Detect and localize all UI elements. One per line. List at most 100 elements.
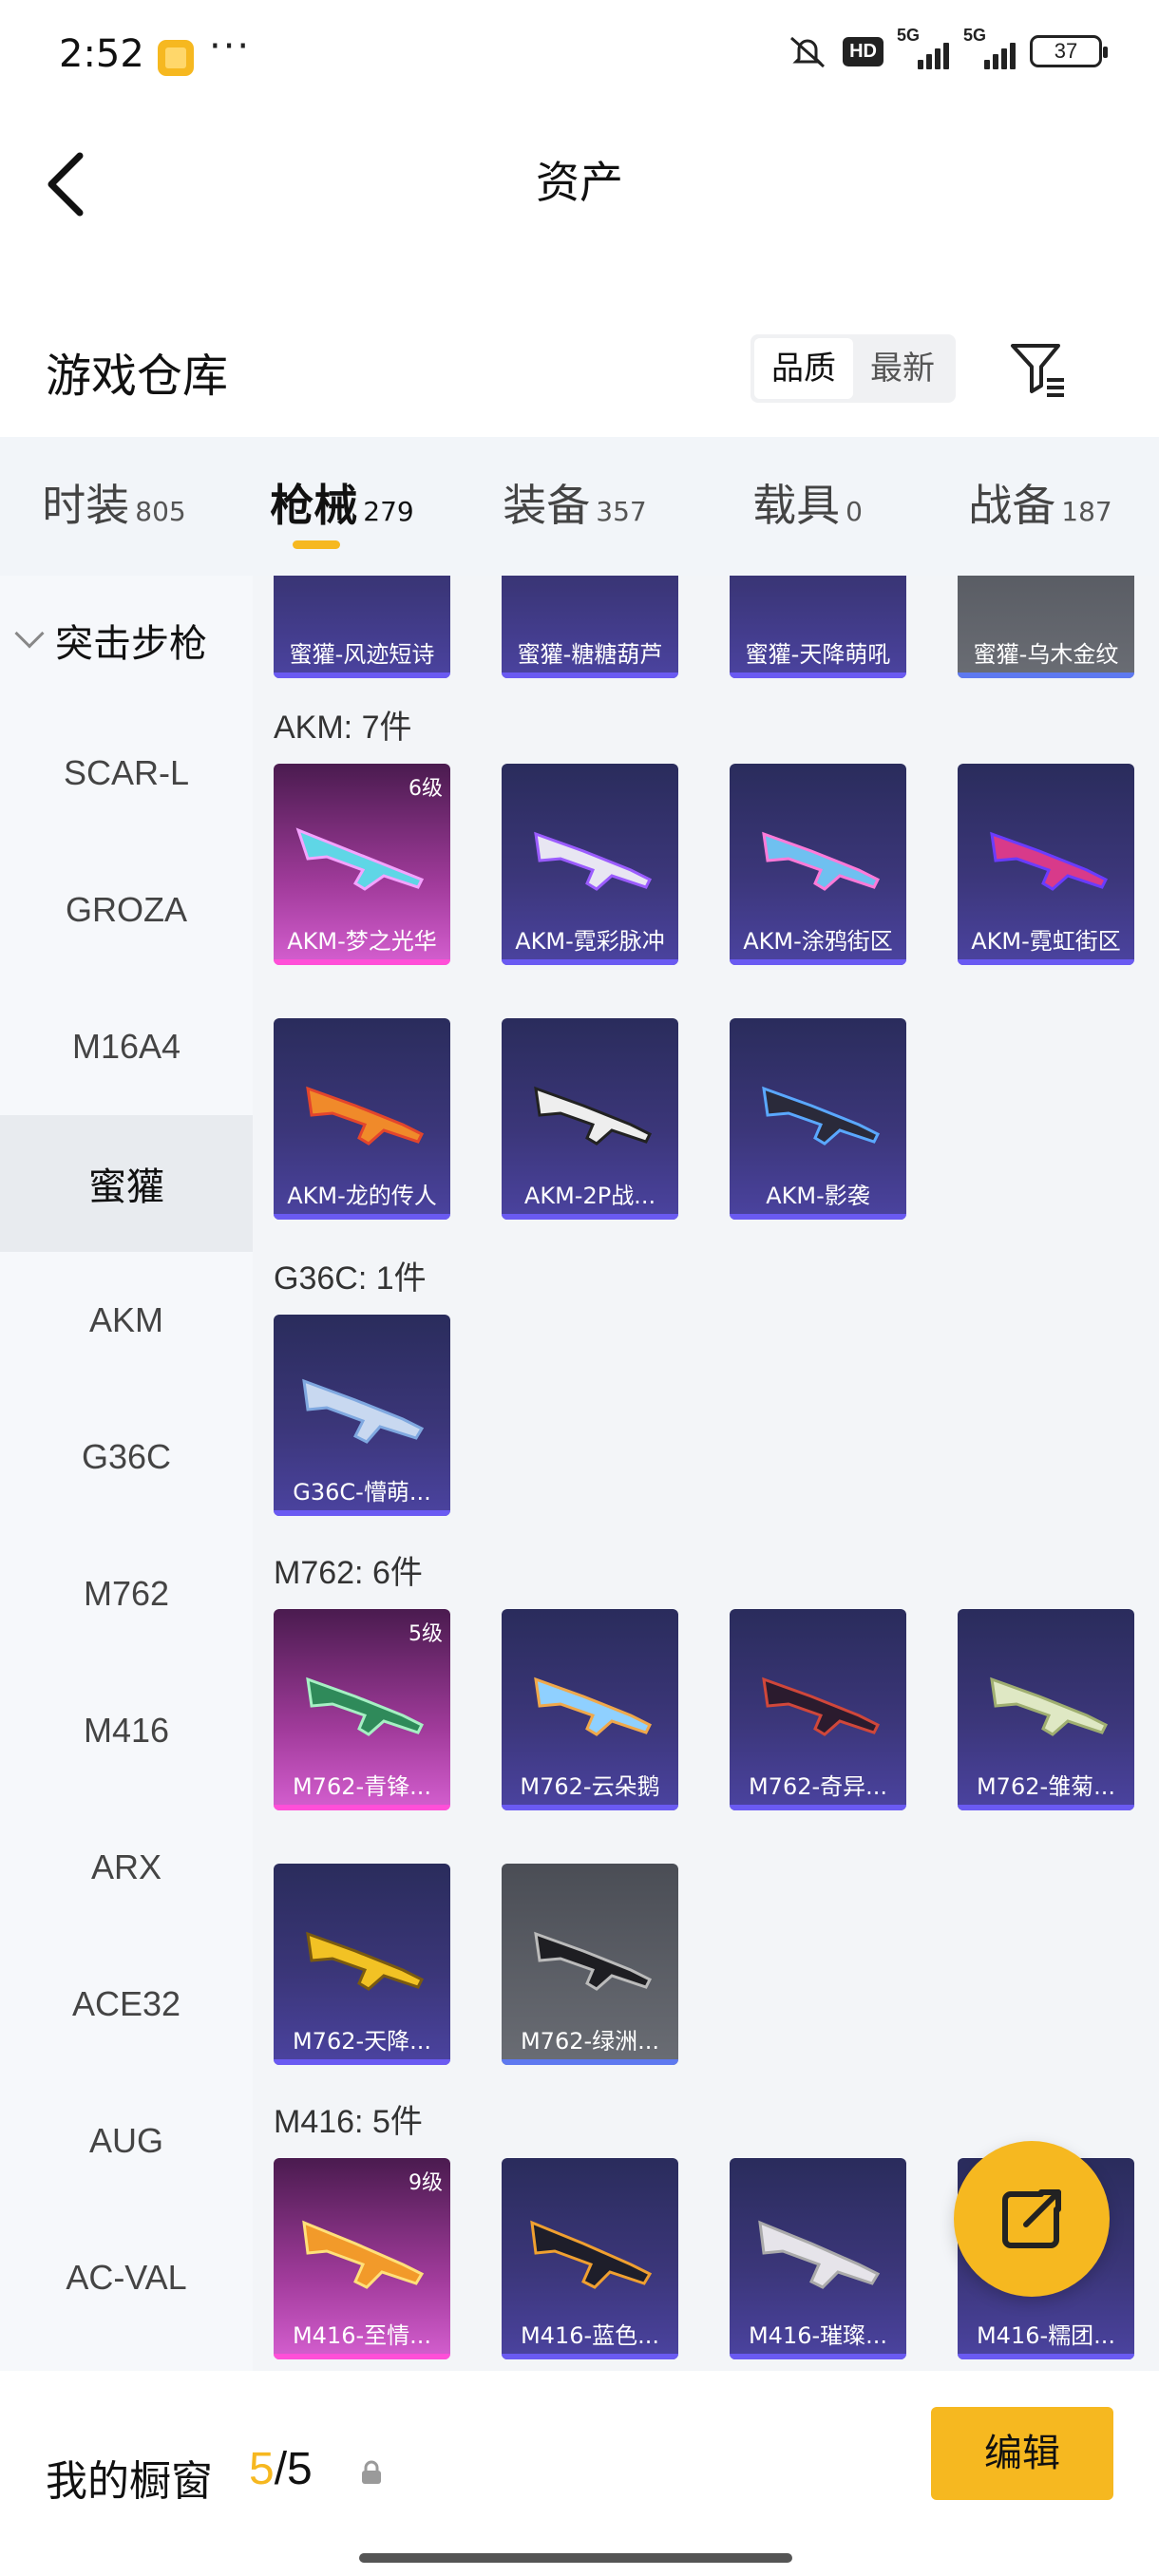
rifle-icon bbox=[758, 2220, 881, 2289]
section-title: 游戏仓库 bbox=[46, 350, 229, 403]
skin-card[interactable]: M762-云朵鹅 bbox=[502, 1609, 678, 1810]
skin-name: AKM-涂鸦街区 bbox=[743, 928, 893, 955]
group-label-m416: M416: 5件 bbox=[274, 2104, 423, 2140]
skin-card[interactable]: M416-璀璨... bbox=[730, 2158, 906, 2359]
skin-card[interactable]: M762-奇异... bbox=[730, 1609, 906, 1810]
skin-card[interactable]: M762-雏菊... bbox=[958, 1609, 1134, 1810]
rifle-icon bbox=[990, 831, 1109, 891]
tab-equipment[interactable]: 装备 357 bbox=[456, 437, 694, 576]
sort-quality-option[interactable]: 品质 bbox=[754, 338, 853, 399]
showcase-total: /5 bbox=[274, 2444, 313, 2494]
chevron-down-icon bbox=[14, 618, 45, 649]
group-label-g36c: G36C: 1件 bbox=[274, 1260, 427, 1297]
skin-name: AKM-霓虹街区 bbox=[971, 928, 1121, 955]
tab-label: 时装 bbox=[42, 480, 130, 531]
home-indicator[interactable] bbox=[359, 2553, 792, 2563]
skin-card[interactable]: M416-蓝色... bbox=[502, 2158, 678, 2359]
skin-name: 蜜獾-风迹短诗 bbox=[289, 641, 435, 668]
rifle-icon bbox=[534, 1086, 653, 1146]
sidebar-group-label: 突击步枪 bbox=[55, 623, 207, 665]
group-label-akm: AKM: 7件 bbox=[274, 710, 412, 746]
sidebar-item-ace32[interactable]: ACE32 bbox=[0, 1936, 253, 2073]
category-tabs: 时装 805 枪械 279 装备 357 载具 0 战备 187 bbox=[0, 437, 1159, 576]
signal-label-2: 5G bbox=[963, 26, 987, 45]
sidebar-group-assault-rifles[interactable]: 突击步枪 bbox=[0, 576, 253, 705]
skin-card[interactable]: 蜜獾-乌木金纹 bbox=[958, 576, 1134, 678]
skin-card[interactable]: AKM-2P战... bbox=[502, 1018, 678, 1220]
signal-icon-2: 5G bbox=[963, 26, 1016, 69]
skin-name: M762-天降... bbox=[292, 2028, 432, 2055]
tab-battle-gear[interactable]: 战备 187 bbox=[922, 437, 1159, 576]
rifle-icon bbox=[295, 827, 425, 891]
sidebar-item-arx[interactable]: ARX bbox=[0, 1799, 253, 1936]
skin-card[interactable]: AKM-霓彩脉冲 bbox=[502, 764, 678, 965]
skin-level: 5级 bbox=[408, 1622, 443, 1646]
showcase-current: 5 bbox=[249, 2444, 275, 2494]
sidebar-item-m416[interactable]: M416 bbox=[0, 1662, 253, 1799]
skin-card[interactable]: M762-天降... bbox=[274, 1864, 450, 2065]
share-button[interactable] bbox=[954, 2141, 1110, 2297]
skin-card[interactable]: AKM-涂鸦街区 bbox=[730, 764, 906, 965]
skin-level: 6级 bbox=[408, 777, 443, 801]
rifle-icon bbox=[534, 1676, 653, 1736]
skin-card[interactable]: 蜜獾-天降萌吼 bbox=[730, 576, 906, 678]
sort-toggle: 品质 最新 bbox=[750, 334, 956, 403]
skin-name: AKM-霓彩脉冲 bbox=[515, 928, 665, 955]
skin-card[interactable]: AKM-龙的传人 bbox=[274, 1018, 450, 1220]
tab-label: 枪械 bbox=[270, 480, 358, 531]
tab-fashion[interactable]: 时装 805 bbox=[0, 437, 228, 576]
sidebar-item-ac-val[interactable]: AC-VAL bbox=[0, 2209, 253, 2346]
rifle-icon bbox=[534, 831, 653, 891]
group-label-m762: M762: 6件 bbox=[274, 1555, 423, 1591]
tab-count: 357 bbox=[596, 496, 647, 527]
skin-card[interactable]: M762-绿洲... bbox=[502, 1864, 678, 2065]
skin-card[interactable]: 蜜獾-风迹短诗 bbox=[274, 576, 450, 678]
skin-card[interactable]: 蜜獾-糖糖葫芦 bbox=[502, 576, 678, 678]
sidebar-item-aug[interactable]: AUG bbox=[0, 2073, 253, 2209]
signal-icon: 5G bbox=[897, 26, 950, 69]
skin-card[interactable]: G36C-懵萌... bbox=[274, 1315, 450, 1516]
sidebar-item-akm[interactable]: AKM bbox=[0, 1252, 253, 1389]
skin-name: G36C-懵萌... bbox=[293, 1479, 431, 1506]
sidebar-item-g36c[interactable]: G36C bbox=[0, 1389, 253, 1525]
rifle-icon bbox=[762, 1086, 881, 1146]
skin-name: M762-雏菊... bbox=[976, 1773, 1116, 1800]
edit-button[interactable]: 编辑 bbox=[931, 2407, 1113, 2500]
sidebar-item-honey-badger[interactable]: 蜜獾 bbox=[0, 1115, 253, 1252]
skin-name: M416-至情... bbox=[292, 2322, 432, 2349]
sidebar-item-m762[interactable]: M762 bbox=[0, 1525, 253, 1662]
sidebar-item-scar-l[interactable]: SCAR-L bbox=[0, 705, 253, 842]
weapon-skin-grid: 蜜獾-风迹短诗 蜜獾-糖糖葫芦 蜜獾-天降萌吼 蜜獾-乌木金纹 AKM: 7件 … bbox=[253, 576, 1159, 2371]
skin-name: AKM-2P战... bbox=[523, 1183, 656, 1209]
rifle-icon bbox=[762, 1676, 881, 1736]
tab-vehicles[interactable]: 载具 0 bbox=[694, 437, 922, 576]
skin-card[interactable]: 9级 M416-至情... bbox=[274, 2158, 450, 2359]
skin-card[interactable]: AKM-影袭 bbox=[730, 1018, 906, 1220]
skin-card[interactable]: 5级 M762-青锋... bbox=[274, 1609, 450, 1810]
nav-bar: 资产 bbox=[0, 112, 1159, 245]
rifle-icon bbox=[530, 2220, 653, 2289]
showcase-label: 我的橱窗 bbox=[46, 2457, 213, 2506]
sort-newest-option[interactable]: 最新 bbox=[853, 338, 952, 399]
mute-vibrate-icon bbox=[790, 36, 826, 68]
battery-icon: 37 bbox=[1030, 35, 1108, 67]
status-bar: 2:52 ··· HD 5G 5G 37 bbox=[0, 0, 1159, 112]
tab-count: 805 bbox=[135, 496, 186, 527]
tab-firearms[interactable]: 枪械 279 bbox=[228, 437, 456, 576]
skin-card[interactable]: 6级 AKM-梦之光华 bbox=[274, 764, 450, 965]
sidebar-item-m16a4[interactable]: M16A4 bbox=[0, 978, 253, 1115]
skin-name: 蜜獾-糖糖葫芦 bbox=[517, 641, 663, 668]
tab-count: 0 bbox=[846, 496, 863, 527]
skin-name: M762-绿洲... bbox=[520, 2028, 660, 2055]
tab-count: 279 bbox=[363, 496, 414, 527]
sidebar-item-groza[interactable]: GROZA bbox=[0, 842, 253, 978]
rifle-icon bbox=[534, 1931, 653, 1991]
signal-label: 5G bbox=[897, 26, 921, 45]
skin-name: AKM-影袭 bbox=[766, 1183, 870, 1209]
tab-count: 187 bbox=[1061, 496, 1112, 527]
filter-icon[interactable] bbox=[1007, 338, 1068, 399]
skin-card[interactable]: AKM-霓虹街区 bbox=[958, 764, 1134, 965]
tab-underline bbox=[293, 540, 340, 549]
hd-voice-icon: HD bbox=[843, 36, 884, 66]
showcase-count: 5/5 bbox=[249, 2443, 313, 2495]
